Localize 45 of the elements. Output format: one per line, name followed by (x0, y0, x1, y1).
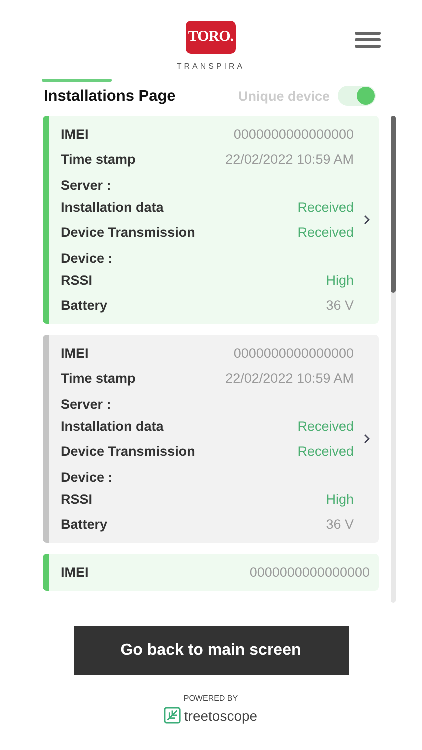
scrollbar[interactable] (391, 116, 396, 603)
field-label: RSSI (61, 273, 93, 288)
field-label: IMEI (61, 565, 89, 580)
field-value: High (326, 273, 354, 288)
device-card[interactable]: IMEI 0000000000000000 (43, 554, 379, 591)
brand-name: treetoscope (184, 708, 258, 724)
field-value: High (326, 492, 354, 507)
logo-badge: TORO. (186, 21, 236, 54)
field-label: Time stamp (61, 152, 136, 167)
field-label: RSSI (61, 492, 93, 507)
menu-icon[interactable] (355, 32, 381, 48)
field-value: Received (298, 419, 354, 434)
field-value: 36 V (326, 517, 354, 532)
section-heading: Device : (61, 251, 114, 266)
chevron-icon (364, 434, 370, 444)
brand-name: TRANSPIRA (176, 62, 246, 71)
field-label: Battery (61, 517, 108, 532)
section-heading: Server : (61, 397, 112, 412)
field-label: Installation data (61, 200, 164, 215)
page-title: Installations Page (43, 88, 176, 106)
field-label: Installation data (61, 419, 164, 434)
section-heading: Server : (61, 178, 112, 193)
device-card[interactable]: IMEI 0000000000000000 Time stamp 22/02/2022 10:59 AM Server : Installation data Received Device Transmission Received Device : RSSI High Battery 36 V (43, 116, 379, 324)
field-value: Received (298, 444, 354, 459)
field-label: Time stamp (61, 371, 136, 386)
chevron-icon (364, 215, 370, 225)
field-label: Device Transmission (61, 225, 196, 240)
field-value: 0000000000000000 (234, 127, 354, 142)
powered-by-label: POWERED BY (184, 694, 238, 703)
field-value: 22/02/2022 10:59 AM (226, 152, 354, 167)
field-label: IMEI (61, 346, 89, 361)
field-value: 36 V (326, 298, 354, 313)
field-value: 0000000000000000 (250, 565, 370, 580)
field-value: 0000000000000000 (234, 346, 354, 361)
field-label: Device Transmission (61, 444, 196, 459)
field-value: Received (298, 225, 354, 240)
field-label: IMEI (61, 127, 89, 142)
toggle-switch[interactable] (338, 86, 376, 106)
back-button[interactable]: Go back to main screen (74, 626, 348, 675)
device-card[interactable]: IMEI 0000000000000000 Time stamp 22/02/2022 10:59 AM Server : Installation data Received Device Transmission Received Device : RSSI High Battery 36 V (43, 335, 379, 543)
field-value: 22/02/2022 10:59 AM (226, 371, 354, 386)
leaf-logo-icon (164, 707, 182, 724)
field-label: Battery (61, 298, 108, 313)
field-value: Received (298, 200, 354, 215)
section-heading: Device : (61, 470, 114, 485)
